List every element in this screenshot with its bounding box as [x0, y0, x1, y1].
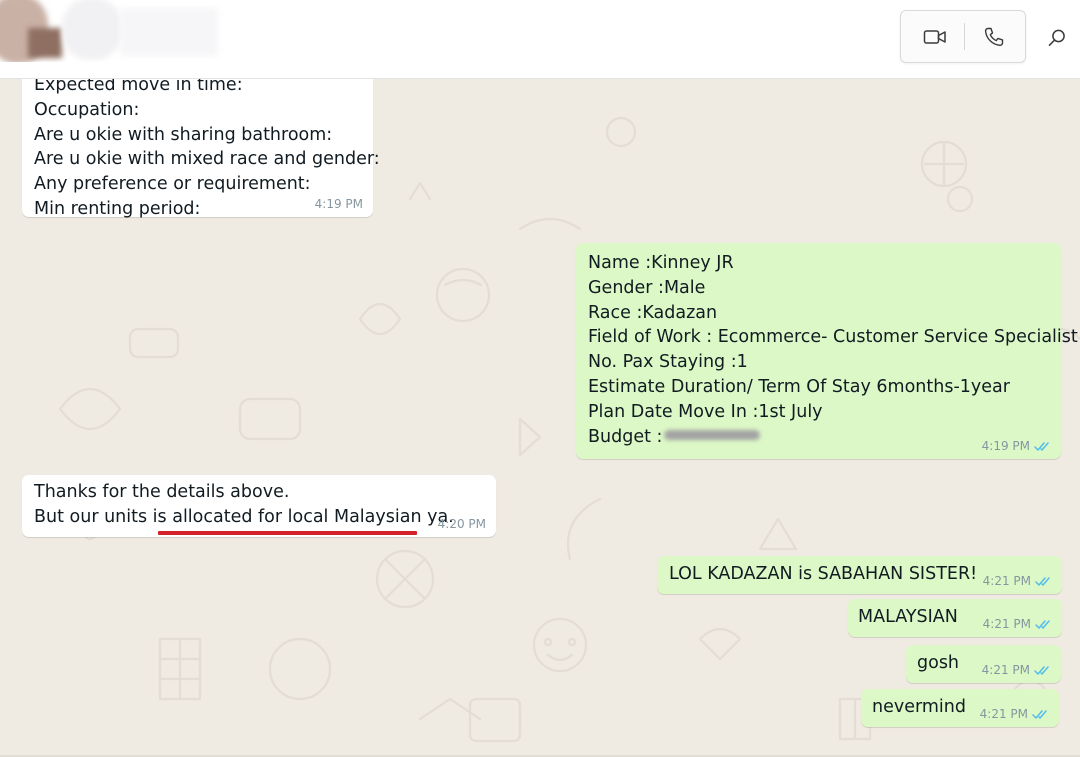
highlighted-text: allocated for local Malaysian ya. [172, 506, 454, 527]
message-text: Thanks for the details above. [34, 482, 290, 502]
chat-header [0, 0, 1080, 79]
message-text: No. Pax Staying :1 [588, 352, 748, 373]
message-meta: 4:19 PM [315, 197, 363, 211]
message-text: Are u okie with sharing bathroom: [34, 124, 333, 145]
video-camera-icon [923, 29, 946, 44]
message-text: Name :Kinney JR [588, 253, 734, 273]
avatar-detail [28, 28, 62, 58]
message-text: Occupation: [34, 99, 140, 120]
message-text: Gender :Male [588, 277, 706, 298]
message-text: Field of Work : Ecommerce- Customer Serv… [588, 327, 1078, 348]
message-text: Plan Date Move In :1st July [588, 401, 823, 422]
read-receipt-icon [1034, 665, 1049, 675]
blurred-name-area [62, 0, 122, 60]
message-text: Race :Kadazan [588, 302, 718, 323]
message-meta: 4:21 PM [980, 707, 1049, 721]
message-meta: 4:20 PM [438, 517, 486, 531]
budget-line: Budget : [588, 425, 1049, 450]
message-meta: 4:21 PM [983, 617, 1052, 631]
message-time: 4:21 PM [979, 707, 1028, 721]
blurred-name-text [120, 8, 218, 56]
message-meta: 4:21 PM [983, 574, 1052, 588]
message-meta: 4:19 PM [982, 439, 1051, 453]
message-time: 4:19 PM [314, 197, 363, 211]
message-time: 4:21 PM [982, 574, 1031, 588]
message-bubble-outgoing[interactable]: gosh 4:21 PM [906, 645, 1061, 683]
search-button[interactable] [1040, 22, 1074, 54]
video-call-button[interactable] [907, 11, 963, 62]
voice-call-button[interactable] [965, 11, 1023, 62]
read-receipt-icon [1035, 619, 1050, 629]
message-time: 4:19 PM [981, 439, 1030, 453]
blurred-contact-info[interactable] [0, 0, 240, 62]
message-text: Expected move in time: [34, 79, 243, 95]
read-receipt-icon [1034, 441, 1049, 451]
message-time: 4:20 PM [437, 517, 486, 531]
message-text: LOL KADAZAN is SABAHAN SISTER! [669, 564, 978, 584]
redacted-value [664, 429, 761, 440]
read-receipt-icon [1032, 709, 1047, 719]
message-bubble-incoming[interactable]: Expected move in time: Occupation: Are u… [22, 79, 380, 219]
message-meta: 4:21 PM [982, 663, 1051, 677]
message-text: gosh [917, 653, 960, 673]
message-text: Min renting period: [34, 198, 201, 219]
message-text-line-2: But our units is allocated for local Mal… [34, 505, 484, 530]
message-bubble-outgoing[interactable]: Name :Kinney JR Gender :Male Race :Kadaz… [576, 243, 1078, 459]
message-text: Estimate Duration/ Term Of Stay 6months-… [588, 376, 1010, 397]
red-underline-annotation [158, 531, 417, 535]
search-icon [1048, 29, 1065, 47]
message-bubble-outgoing[interactable]: LOL KADAZAN is SABAHAN SISTER! 4:21 PM [657, 556, 1062, 594]
message-bubble-outgoing[interactable]: MALAYSIAN 4:21 PM [848, 599, 1062, 637]
message-bubble-outgoing[interactable]: nevermind 4:21 PM [861, 689, 1059, 727]
message-text: Budget : [588, 426, 663, 447]
message-text: Are u okie with mixed race and gender: [34, 149, 380, 170]
message-text: But our units is [34, 506, 173, 527]
conversation-panel[interactable]: Expected move in time: Occupation: Are u… [0, 79, 1080, 757]
message-text: nevermind [872, 697, 966, 717]
message-bubble-incoming[interactable]: Thanks for the details above. But our un… [22, 475, 496, 537]
call-button-group [900, 10, 1026, 63]
message-time: 4:21 PM [981, 663, 1030, 677]
message-text: Any preference or requirement: [34, 174, 311, 195]
read-receipt-icon [1035, 576, 1050, 586]
message-text: MALAYSIAN [858, 607, 958, 627]
phone-icon [984, 27, 1004, 46]
message-time: 4:21 PM [982, 617, 1031, 631]
